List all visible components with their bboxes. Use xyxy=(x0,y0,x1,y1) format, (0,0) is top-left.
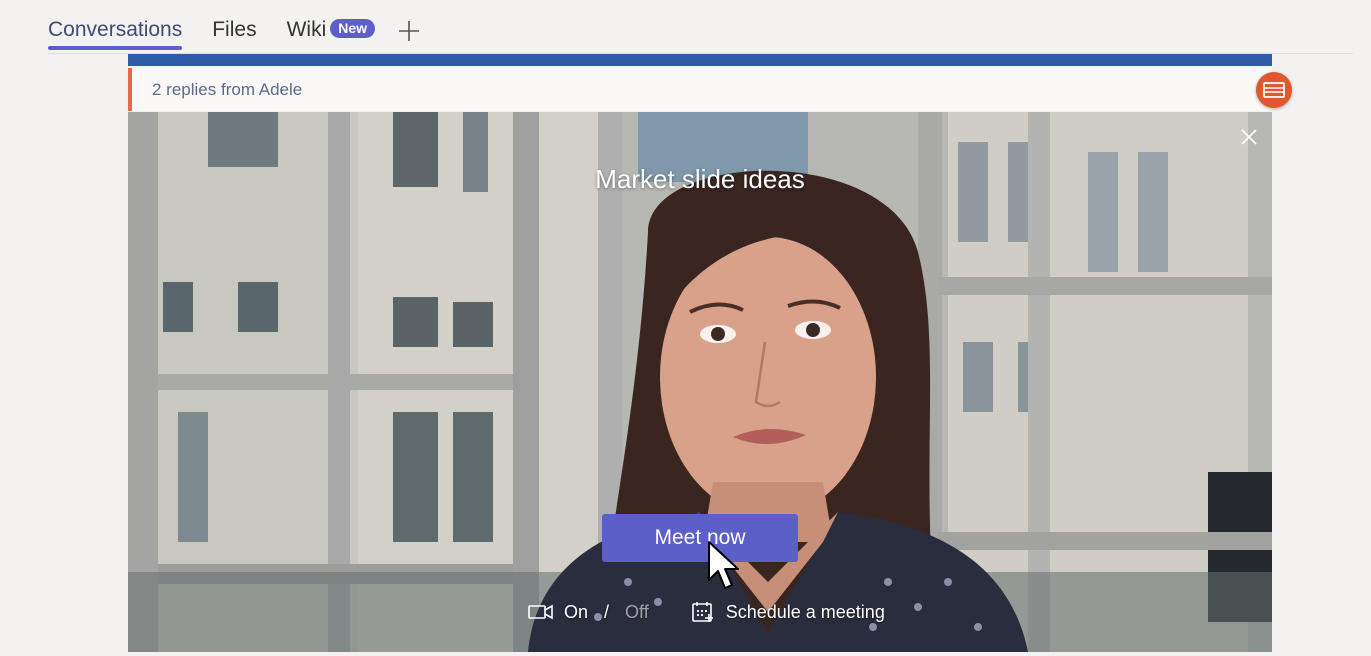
add-tab-button[interactable] xyxy=(396,18,422,44)
video-title: Market slide ideas xyxy=(595,164,805,194)
meet-now-button[interactable]: Meet now xyxy=(602,514,798,562)
schedule-meeting-label: Schedule a meeting xyxy=(725,601,885,622)
video-off-toggle[interactable]: Off xyxy=(625,602,649,623)
video-on-toggle[interactable]: On xyxy=(564,602,588,623)
tab-files[interactable]: Files xyxy=(212,14,256,42)
tab-conversations-label: Conversations xyxy=(48,18,183,41)
replies-link[interactable]: 2 replies from Adele xyxy=(152,80,302,100)
calendar-icon xyxy=(691,602,713,622)
card-icon[interactable] xyxy=(1256,72,1292,108)
meet-now-label: Meet now xyxy=(654,526,746,549)
replies-bar: 2 replies from Adele xyxy=(128,68,1272,111)
post-topbar xyxy=(128,54,1272,66)
tab-wiki-label: Wiki xyxy=(286,18,327,41)
tab-files-label: Files xyxy=(212,18,257,41)
tab-conversations[interactable]: Conversations xyxy=(48,14,183,50)
meeting-controls: On / Off Schedule a meeting xyxy=(528,598,885,626)
tab-wiki[interactable]: Wiki New xyxy=(286,14,376,42)
schedule-meeting-button[interactable]: Schedule a meeting xyxy=(691,600,885,624)
channel-tabs: Conversations Files Wiki New xyxy=(48,14,405,54)
new-badge: New xyxy=(330,19,376,38)
plus-icon xyxy=(399,21,419,41)
video-camera-icon xyxy=(528,604,553,620)
teams-channel-page: Conversations Files Wiki New 2 replies fr… xyxy=(0,0,1371,656)
toggle-separator: / xyxy=(604,601,610,622)
video-card: Market slide ideas Meet now On / Off Sch… xyxy=(128,112,1272,652)
close-icon[interactable] xyxy=(1238,126,1260,148)
